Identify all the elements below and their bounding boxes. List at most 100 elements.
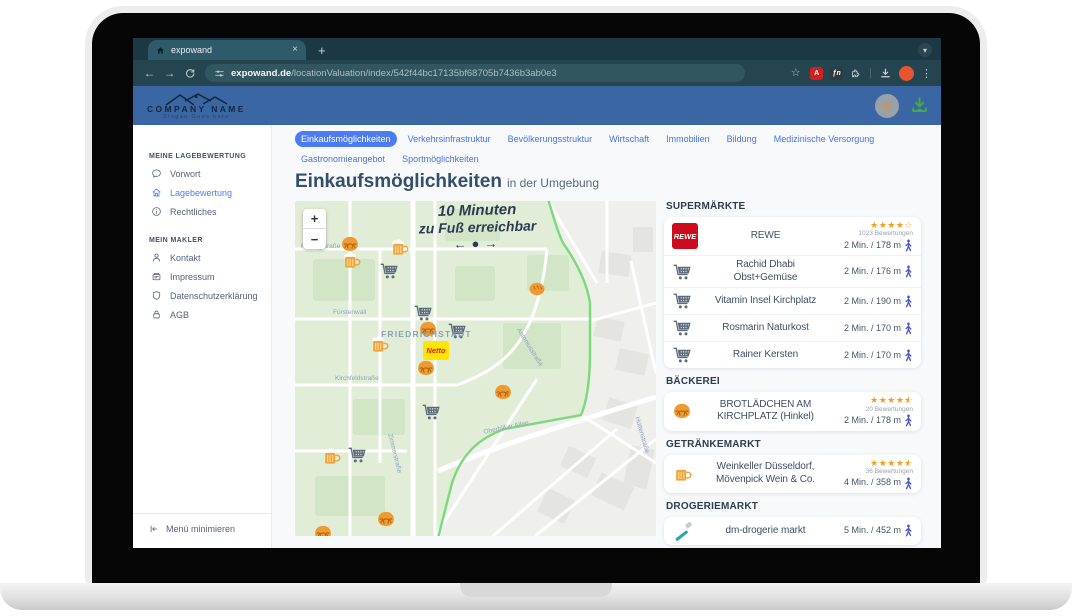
distance-value: 2 Min. / 178 m [844,239,913,253]
listing-section-title: SUPERMÄRKTE [666,201,921,212]
place-name: Rainer Kersten [706,349,825,362]
user-avatar[interactable] [875,94,899,118]
sidebar-item-datenschutzerkl-rung[interactable]: Datenschutzerklärung [133,286,271,305]
map[interactable]: + − 10 Minuten zu Fuß erreichbar ←●→ Her… [295,201,656,536]
map-marker-pretzel-icon[interactable] [493,382,513,402]
person-icon [151,252,162,263]
pdf-extension-icon[interactable]: A [810,67,823,80]
tab-verkehrsinfrastruktur[interactable]: Verkehrsinfrastruktur [402,131,497,147]
map-marker-cart-icon[interactable] [421,402,441,422]
map-zoom-in-button[interactable]: + [303,209,326,229]
tab-bildung[interactable]: Bildung [721,131,763,147]
sidebar-collapse-button[interactable]: Menü minimieren [133,513,271,548]
walking-person-icon [904,322,913,335]
list-item-brotl-dchen-am-kirchplatz-hinkel[interactable]: BROTLÄDCHEN AM KIRCHPLATZ (Hinkel)★★★★★☆… [664,392,921,430]
collapse-left-icon [149,524,159,534]
url-path: /locationValuation/index/542f44bc17135bf… [291,68,557,79]
walking-person-icon [904,295,913,308]
listing-card: BROTLÄDCHEN AM KIRCHPLATZ (Hinkel)★★★★★☆… [664,392,921,430]
place-name: REWE [706,230,825,243]
cart-icon [672,318,692,338]
tab-gastronomieangebot[interactable]: Gastronomieangebot [295,151,391,167]
list-item-rainer-kersten[interactable]: Rainer Kersten2 Min. / 170 m [664,341,921,368]
address-bar[interactable]: expowand.de/locationValuation/index/542f… [205,64,745,82]
fonts-extension-icon[interactable]: ƒn [830,67,843,80]
star-rating: ★★★★☆ [870,220,913,230]
list-item-vitamin-insel-kirchplatz[interactable]: Vitamin Insel Kirchplatz2 Min. / 190 m [664,287,921,314]
map-marker-cart-icon[interactable] [347,445,367,465]
refresh-icon[interactable] [182,67,197,79]
forward-button[interactable]: → [162,67,177,79]
bookmark-star-icon[interactable]: ☆ [788,68,803,79]
map-marker-pretzel-icon[interactable] [376,509,396,529]
toolbar-divider: | [869,67,872,79]
downloads-icon[interactable] [879,67,892,80]
sidebar-section-title: MEIN MAKLER [149,237,271,244]
tab-bev-lkerungsstruktur[interactable]: Bevölkerungsstruktur [502,131,599,147]
browser-window: expowand × + ▾ ← → expowand.de/locationV… [133,38,941,548]
tab-close-icon[interactable]: × [292,45,298,55]
sun-icon [881,100,893,112]
sidebar-item-vorwort[interactable]: Vorwort [133,164,271,183]
site-settings-icon[interactable] [214,68,225,79]
list-item-weinkeller-d-sseldorf-m-venpick-wein-co[interactable]: Weinkeller Düsseldorf, Mövenpick Wein & … [664,455,921,493]
walking-person-icon [904,414,913,427]
sidebar-item-label: Datenschutzerklärung [170,291,258,301]
tab-einkaufsm-glichkeiten[interactable]: Einkaufsmöglichkeiten [295,131,397,147]
sidebar-item-label: Impressum [170,272,215,282]
listing-card: REWEREWE★★★★☆1023 Bewertungen2 Min. / 17… [664,217,921,368]
map-marker-pretzel-icon[interactable] [313,523,333,536]
walking-person-icon [904,349,913,362]
rewe-logo: REWE [672,223,698,249]
map-marker-pretzel-icon[interactable] [416,358,436,378]
company-slogan: Slogan Goes here [163,114,230,120]
distance-value: 5 Min. / 452 m [844,524,913,538]
map-zoom-out-button[interactable]: − [303,229,326,249]
beer-icon [672,464,692,484]
map-marker-netto-logo[interactable]: Netto [423,341,449,360]
favicon-house-icon [156,46,165,55]
list-item-rewe[interactable]: REWEREWE★★★★☆1023 Bewertungen2 Min. / 17… [664,217,921,255]
sidebar-item-rechtliches[interactable]: Rechtliches [133,202,271,221]
back-button[interactable]: ← [142,67,157,79]
sidebar-item-label: Lagebewertung [170,188,232,198]
company-name: COMPANY NAME [147,104,246,114]
page-title-main: Einkaufsmöglichkeiten [295,171,502,192]
sidebar-item-kontakt[interactable]: Kontakt [133,248,271,267]
tab-wirtschaft[interactable]: Wirtschaft [603,131,655,147]
tab-medizinische-versorgung[interactable]: Medizinische Versorgung [768,131,881,147]
list-item-dm-drogerie-markt[interactable]: dm-drogerie markt5 Min. / 452 m [664,517,921,545]
map-zoom-control: + − [303,209,326,249]
tab-title: expowand [171,45,286,55]
browser-tab[interactable]: expowand × [148,40,306,60]
map-marker-beer-icon[interactable] [341,251,361,271]
laptop-base [0,583,1072,610]
tab-search-chevron-icon[interactable]: ▾ [918,43,932,57]
district-label: FRIEDRICHSTADT [381,329,472,339]
browser-menu-icon[interactable]: ⋮ [921,67,932,80]
info-icon [151,206,162,217]
list-item-rosmarin-naturkost[interactable]: Rosmarin Naturkost2 Min. / 170 m [664,314,921,341]
tab-sportm-glichkeiten[interactable]: Sportmöglichkeiten [396,151,485,167]
walking-person-icon [904,524,913,537]
tab-immobilien[interactable]: Immobilien [660,131,716,147]
page-title-suffix: in der Umgebung [507,176,599,190]
extensions-puzzle-icon[interactable] [850,67,862,79]
map-marker-beer-icon[interactable] [321,447,341,467]
browser-profile-avatar[interactable] [899,66,914,81]
star-rating: ★★★★★☆ [870,458,913,468]
place-name: Weinkeller Düsseldorf, Mövenpick Wein & … [706,461,825,486]
lock-icon [151,309,162,320]
sidebar-item-agb[interactable]: AGB [133,305,271,324]
list-item-rachid-dhabi-obst-gem-se[interactable]: Rachid Dhabi Obst+Gemüse2 Min. / 176 m [664,255,921,287]
sidebar-item-impressum[interactable]: Impressum [133,267,271,286]
company-logo: COMPANY NAME Slogan Goes here [147,92,246,120]
new-tab-button[interactable]: + [318,44,326,57]
walking-person-icon [904,239,913,252]
map-marker-cart-icon[interactable] [379,261,399,281]
map-marker-bread-icon[interactable] [527,279,547,299]
sidebar-item-lagebewertung[interactable]: Lagebewertung [133,183,271,202]
download-report-icon[interactable] [910,96,929,115]
main-content: Einkaufsmöglichkeiten Verkehrsinfrastrukt… [272,125,941,548]
sidebar-item-label: AGB [170,310,189,320]
